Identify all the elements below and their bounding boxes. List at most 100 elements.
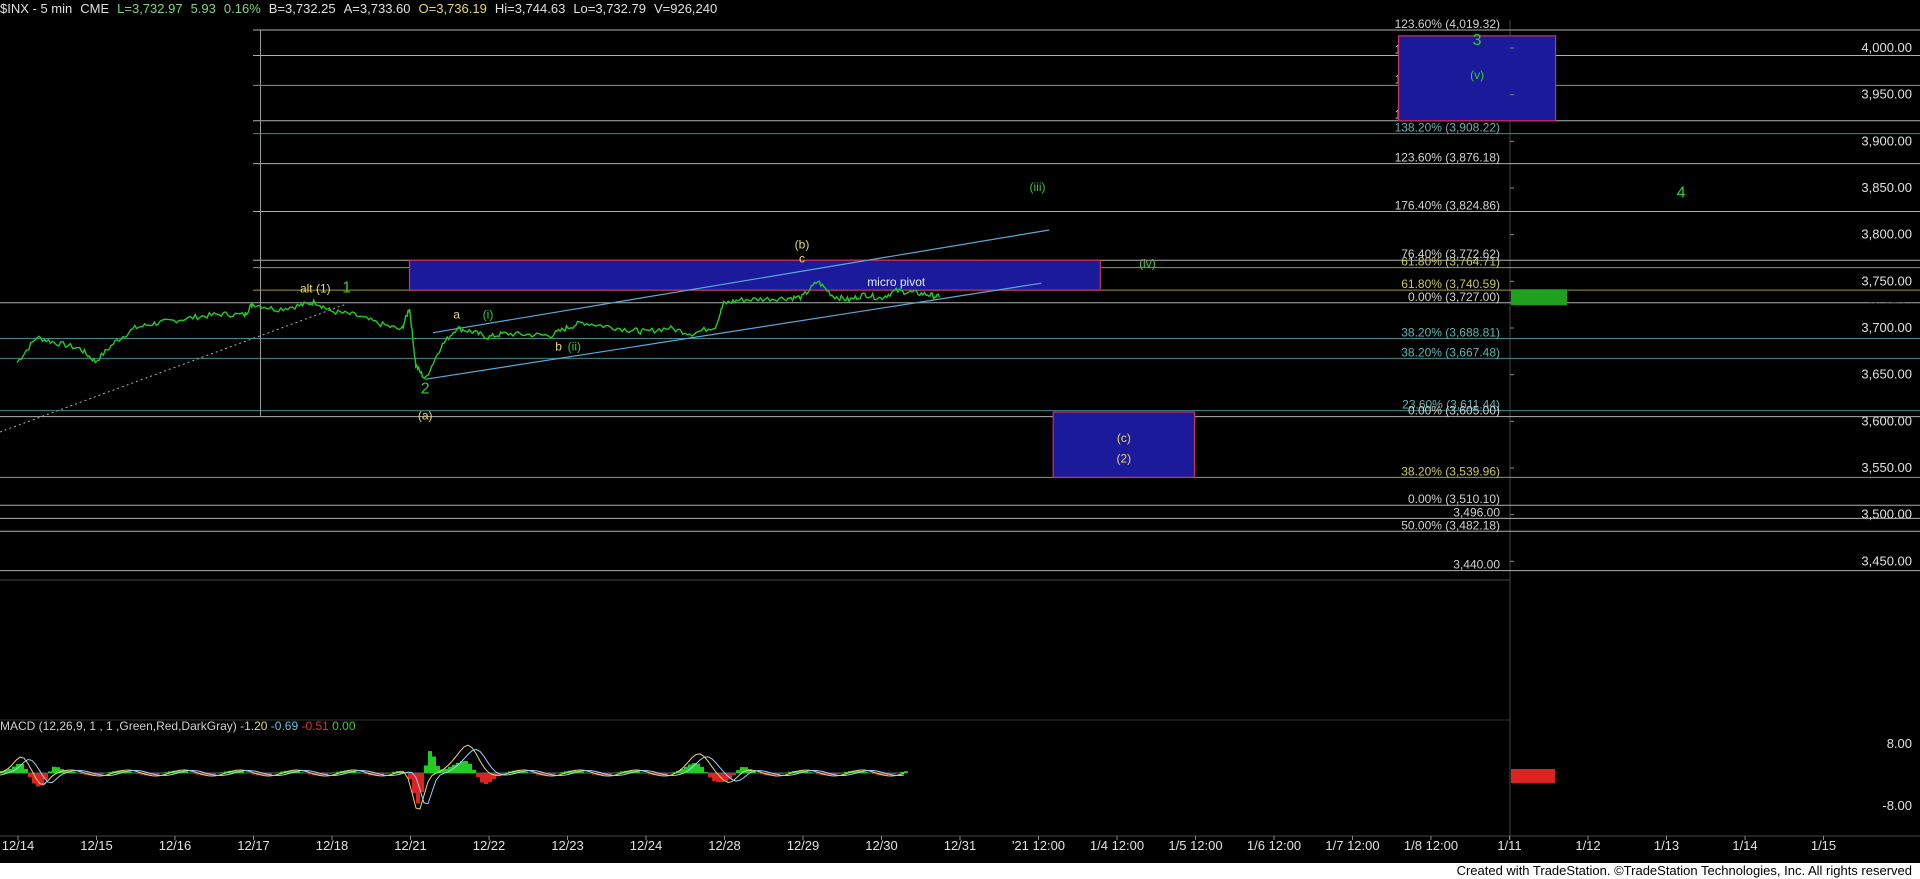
wave-label: b [555,339,562,353]
wave-label: 3 [1473,32,1482,49]
volume-value: V=926,240 [653,1,718,16]
price-chart: 123.60% (4,019.32)176.40% (3,992.03)161.… [0,17,1920,853]
x-tick-label: 1/14 [1732,838,1757,853]
macd-last-tag [1511,769,1555,783]
fib-label: 3,440.00 [1453,558,1500,572]
macd-histogram-bar [212,773,216,775]
wave-label: (i) [483,308,494,322]
fib-label: 0.00% (3,510.10) [1408,492,1500,506]
macd-histogram-bar [736,770,740,773]
last-price-tag [1511,289,1567,306]
macd-last-tag-label: -0.51 [1878,769,1906,783]
macd-histogram-bar [432,756,436,773]
y-tick-label: 3,850.00 [1861,180,1912,195]
last-price: L=3,732.97 [117,1,183,16]
micro-pivot-box [408,259,1101,291]
x-tick-label: 12/28 [708,838,741,853]
macd-histogram-bar [192,773,196,774]
x-tick-label: 1/13 [1654,838,1679,853]
macd-label: MACD (12,26,9, 1 , 1 ,Green,Red,DarkGray… [0,719,356,733]
y-tick-label: 3,950.00 [1861,87,1912,102]
low-value: Lo=3,732.79 [573,1,646,16]
macd-histogram-bar [412,773,416,794]
wave-label: (iii) [1030,180,1046,194]
macd-histogram-bar [476,773,480,778]
macd-histogram-bar [468,763,472,773]
wave-label: alt (1) [300,282,331,296]
wave-label: micro pivot [867,275,926,289]
macd-histogram-bar [384,773,388,774]
macd-histogram-bar [424,765,428,773]
x-tick-label: 12/18 [316,838,349,853]
x-tick-label: 12/21 [394,838,427,853]
x-tick-label: 12/15 [80,838,113,853]
macd-histogram-bar [52,766,56,773]
macd-histogram-bar [128,771,132,773]
wave-label: c [799,252,805,266]
macd-histogram-bar [696,763,700,773]
macd-histogram-bar [864,771,868,773]
y-tick-label: 3,550.00 [1861,460,1912,475]
macd-histogram-bar [328,773,332,774]
macd-histogram-bar [428,751,432,773]
macd-axis-label: 8.00 [1887,736,1912,751]
x-tick-label: 12/22 [473,838,506,853]
x-tick-label: 12/24 [630,838,663,853]
high-value: Hi=3,744.63 [494,1,566,16]
macd-signal-line [0,748,905,805]
macd-histogram-bar [24,769,28,773]
change-value: 5.93 [190,1,216,16]
fib-label: 0.00% (3,727.00) [1408,290,1500,304]
symbol-label: $INX - 5 min [0,1,73,16]
wave-label: (ii) [568,339,581,353]
macd-histogram-bar [108,772,112,773]
wave-label: (iv) [1139,256,1156,270]
macd-histogram-bar [644,773,648,774]
wave-label: (b) [795,238,810,252]
x-tick-label: 1/12 [1575,838,1600,853]
macd-histogram-bar [484,773,488,784]
change-pct: 0.16% [223,1,261,16]
fib-label: 123.60% (4,019.32) [1395,17,1500,31]
macd-histogram-bar [164,772,168,773]
fib-label: 38.20% (3,688.81) [1401,325,1500,339]
x-tick-label: 12/23 [551,838,584,853]
y-tick-label: 3,450.00 [1861,553,1912,568]
x-tick-label: 1/7 12:00 [1325,838,1379,853]
x-tick-label: 12/16 [159,838,192,853]
wave-label: (c) [1117,431,1131,445]
macd-histogram-bar [492,773,496,780]
x-tick-label: 1/5 12:00 [1168,838,1222,853]
macd-histogram-bar [272,773,276,774]
wave-label: 2 [421,380,430,397]
macd-histogram-bar [184,771,188,773]
x-tick-label: 1/8 12:00 [1404,838,1458,853]
fib-label: 0.00% (3,605.00) [1408,404,1500,418]
price-series-line [16,280,941,380]
macd-histogram-bar [248,773,252,774]
macd-histogram-bar [616,772,620,773]
macd-histogram-bar [420,773,424,793]
bid-value: B=3,732.25 [268,1,336,16]
x-tick-label: '21 12:00 [1012,838,1065,853]
wave-label: a [453,308,460,322]
macd-histogram-bar [156,773,160,775]
macd-histogram-bar [836,773,840,774]
macd-histogram-bar [408,773,412,780]
ask-value: A=3,733.60 [343,1,411,16]
x-tick-label: 12/31 [944,838,977,853]
macd-axis-label: -8.00 [1882,798,1912,813]
wave-label: 1 [342,280,351,297]
macd-histogram-bar [28,773,32,778]
y-tick-label: 3,650.00 [1861,367,1912,382]
macd-histogram-bar [504,772,508,773]
macd-histogram-bar [356,772,360,773]
macd-histogram-bar [532,773,536,774]
macd-histogram-bar [48,771,52,773]
macd-histogram-bar [732,773,736,776]
macd-histogram-bar [80,773,84,774]
macd-histogram-bar [808,772,812,773]
y-tick-label: 4,000.00 [1861,40,1912,55]
macd-histogram-bar [220,772,224,773]
y-tick-label: 3,800.00 [1861,227,1912,242]
